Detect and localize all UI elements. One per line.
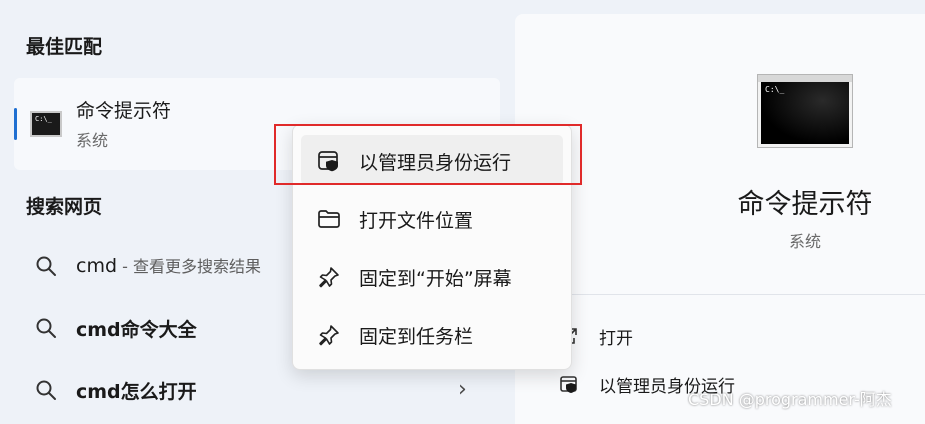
best-match-heading: 最佳匹配	[26, 36, 103, 58]
app-detail-pane: C:\_ 命令提示符 系统 打开 以管理员身份运行	[515, 14, 925, 424]
menu-item-pin-to-taskbar[interactable]: 固定到任务栏	[301, 309, 563, 359]
best-match-name: 命令提示符	[76, 100, 172, 122]
web-search-heading: 搜索网页	[26, 196, 103, 218]
web-result-text: cmd怎么打开	[76, 377, 197, 404]
pin-icon	[319, 267, 339, 288]
menu-item-label: 固定到任务栏	[359, 326, 474, 348]
search-icon	[36, 318, 56, 338]
action-open-label: 打开	[599, 329, 633, 349]
menu-item-label: 固定到“开始”屏幕	[359, 268, 512, 290]
icon-titlebar	[758, 75, 852, 82]
detail-divider	[515, 294, 925, 295]
folder-icon	[318, 210, 340, 228]
action-open[interactable]: 打开	[559, 318, 919, 358]
shield-window-icon	[560, 376, 577, 393]
selection-indicator	[14, 108, 17, 140]
pin-icon	[319, 325, 339, 346]
search-icon	[36, 256, 56, 276]
web-result-query: cmd命令大全	[76, 319, 197, 341]
best-match-type: 系统	[76, 131, 109, 150]
annotation-highlight-box	[274, 124, 582, 185]
chevron-right-icon[interactable]: ›	[458, 377, 467, 402]
detail-app-type: 系统	[788, 232, 821, 251]
web-result-text: cmd - 查看更多搜索结果	[76, 253, 261, 277]
web-result-text: cmd命令大全	[76, 315, 197, 342]
cmd-app-large-icon: C:\_	[757, 74, 853, 148]
cmd-app-icon: C:\_	[30, 111, 62, 137]
search-icon	[36, 380, 56, 400]
web-result-suffix: - 查看更多搜索结果	[117, 257, 261, 276]
menu-item-label: 打开文件位置	[359, 210, 474, 232]
detail-app-name: 命令提示符	[737, 189, 873, 220]
icon-prompt: C:\_	[765, 85, 785, 94]
web-result-row[interactable]: cmd怎么打开 ›	[14, 364, 500, 418]
menu-item-pin-to-start[interactable]: 固定到“开始”屏幕	[301, 251, 563, 301]
watermark: CSDN @programmer-阿杰	[688, 390, 892, 409]
web-result-query: cmd怎么打开	[76, 381, 197, 403]
menu-item-open-file-location[interactable]: 打开文件位置	[301, 193, 563, 243]
web-result-query: cmd	[76, 255, 118, 277]
